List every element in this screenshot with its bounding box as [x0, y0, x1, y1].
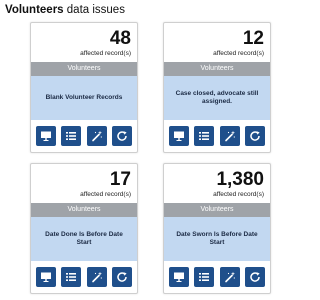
- issue-description: Case closed, advocate still assigned.: [164, 76, 270, 120]
- issue-description: Date Sworn Is Before Date Start: [164, 217, 270, 261]
- magic-wand-icon: [224, 130, 235, 142]
- affected-count: 48: [109, 28, 131, 49]
- fix-button[interactable]: [219, 267, 240, 287]
- issue-description: Date Done Is Before Date Start: [31, 217, 137, 261]
- list-icon: [199, 132, 210, 140]
- card-actions: [164, 120, 270, 152]
- category-band: Volunteers: [164, 62, 270, 76]
- presentation-icon: [40, 131, 51, 141]
- data-issue-card-1: 48 affected record(s) Volunteers Blank V…: [30, 22, 138, 153]
- data-issue-card-4: 1,380 affected record(s) Volunteers Date…: [163, 163, 271, 294]
- refresh-icon: [117, 272, 128, 282]
- affected-count: 1,380: [216, 169, 264, 190]
- affected-count: 12: [242, 28, 264, 49]
- affected-count: 17: [109, 169, 131, 190]
- list-icon: [199, 273, 210, 281]
- refresh-button[interactable]: [112, 126, 133, 146]
- view-button[interactable]: [168, 126, 189, 146]
- fix-button[interactable]: [219, 126, 240, 146]
- data-issue-card-2: 12 affected record(s) Volunteers Case cl…: [163, 22, 271, 153]
- refresh-button[interactable]: [112, 267, 133, 287]
- view-button[interactable]: [168, 267, 189, 287]
- list-button[interactable]: [194, 126, 215, 146]
- list-icon: [66, 132, 77, 140]
- page-title: Volunteers data issues: [5, 4, 125, 16]
- presentation-icon: [173, 131, 184, 141]
- page-title-rest: data issues: [63, 4, 125, 16]
- list-button[interactable]: [61, 267, 82, 287]
- affected-label: affected record(s): [213, 50, 264, 57]
- list-button[interactable]: [194, 267, 215, 287]
- issue-description: Blank Volunteer Records: [31, 76, 137, 120]
- list-button[interactable]: [61, 126, 82, 146]
- card-actions: [31, 261, 137, 293]
- data-issue-card-3: 17 affected record(s) Volunteers Date Do…: [30, 163, 138, 294]
- presentation-icon: [173, 272, 184, 282]
- card-actions: [164, 261, 270, 293]
- list-icon: [66, 273, 77, 281]
- refresh-icon: [250, 131, 261, 141]
- view-button[interactable]: [35, 126, 56, 146]
- magic-wand-icon: [224, 271, 235, 283]
- category-band: Volunteers: [31, 203, 137, 217]
- presentation-icon: [40, 272, 51, 282]
- affected-label: affected record(s): [80, 191, 131, 198]
- category-band: Volunteers: [31, 62, 137, 76]
- refresh-icon: [117, 131, 128, 141]
- refresh-button[interactable]: [245, 267, 266, 287]
- card-actions: [31, 120, 137, 152]
- view-button[interactable]: [35, 267, 56, 287]
- affected-label: affected record(s): [80, 50, 131, 57]
- category-band: Volunteers: [164, 203, 270, 217]
- fix-button[interactable]: [86, 126, 107, 146]
- magic-wand-icon: [91, 130, 102, 142]
- fix-button[interactable]: [86, 267, 107, 287]
- refresh-icon: [250, 272, 261, 282]
- magic-wand-icon: [91, 271, 102, 283]
- page-title-bold: Volunteers: [5, 4, 64, 16]
- refresh-button[interactable]: [245, 126, 266, 146]
- affected-label: affected record(s): [213, 191, 264, 198]
